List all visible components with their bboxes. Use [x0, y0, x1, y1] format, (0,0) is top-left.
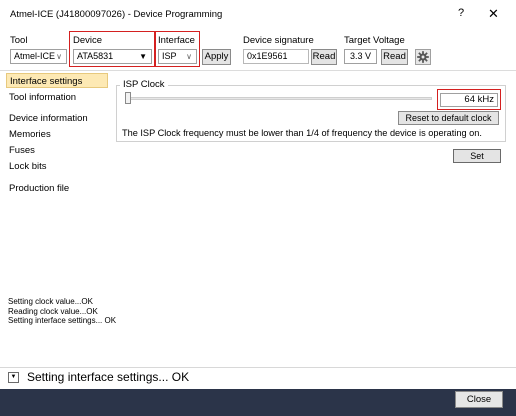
- frequency-highlight-box: [437, 89, 501, 110]
- settings-button[interactable]: [415, 49, 431, 65]
- expand-icon[interactable]: ▼: [8, 372, 19, 383]
- gear-icon: [417, 51, 429, 63]
- sidebar-item-tool-information[interactable]: Tool information: [6, 90, 108, 105]
- voltage-read-button[interactable]: Read: [381, 49, 408, 65]
- isp-clock-note: The ISP Clock frequency must be lower th…: [122, 128, 482, 138]
- signature-read-button[interactable]: Read: [311, 49, 337, 65]
- status-text: Setting interface settings... OK: [27, 370, 190, 384]
- title-bar: Atmel-ICE (J41800097026) - Device Progra…: [0, 0, 516, 28]
- log-line: Setting clock value...OK: [8, 297, 93, 306]
- signature-field: 0x1E9561: [243, 49, 309, 64]
- voltage-label: Target Voltage: [344, 35, 405, 46]
- interface-highlight-box: [155, 31, 200, 67]
- help-icon[interactable]: ?: [458, 7, 464, 19]
- close-icon[interactable]: ✕: [488, 6, 499, 22]
- device-highlight-box: [69, 31, 155, 67]
- isp-clock-title: ISP Clock: [120, 79, 168, 90]
- sidebar-item-fuses[interactable]: Fuses: [6, 143, 108, 158]
- sidebar-item-memories[interactable]: Memories: [6, 127, 108, 142]
- log-line: Reading clock value...OK: [8, 306, 98, 316]
- isp-clock-slider-track[interactable]: [126, 97, 432, 100]
- sidebar-item-lock-bits[interactable]: Lock bits: [6, 159, 108, 174]
- signature-label: Device signature: [243, 35, 314, 46]
- log-output: Setting clock value...OK Reading clock v…: [8, 297, 116, 326]
- reset-clock-button[interactable]: Reset to default clock: [398, 111, 499, 125]
- voltage-field: 3.3 V: [344, 49, 377, 64]
- sidebar-item-device-information[interactable]: Device information: [6, 111, 108, 126]
- close-button[interactable]: Close: [455, 391, 503, 408]
- sidebar-item-production-file[interactable]: Production file: [6, 181, 108, 196]
- tool-select-value: Atmel-ICE: [14, 51, 56, 61]
- window-title: Atmel-ICE (J41800097026) - Device Progra…: [10, 9, 223, 20]
- set-button[interactable]: Set: [453, 149, 501, 163]
- isp-clock-slider-thumb[interactable]: [125, 92, 131, 104]
- apply-button[interactable]: Apply: [202, 49, 231, 65]
- toolbar-separator: [0, 70, 516, 71]
- bottom-bar: [0, 389, 516, 416]
- chevron-down-icon: ∨: [56, 52, 62, 61]
- tool-select[interactable]: Atmel-ICE ∨: [10, 49, 67, 64]
- log-line: Setting interface settings... OK: [8, 316, 117, 325]
- sidebar-item-interface-settings[interactable]: Interface settings: [6, 73, 108, 88]
- tool-label: Tool: [10, 35, 28, 46]
